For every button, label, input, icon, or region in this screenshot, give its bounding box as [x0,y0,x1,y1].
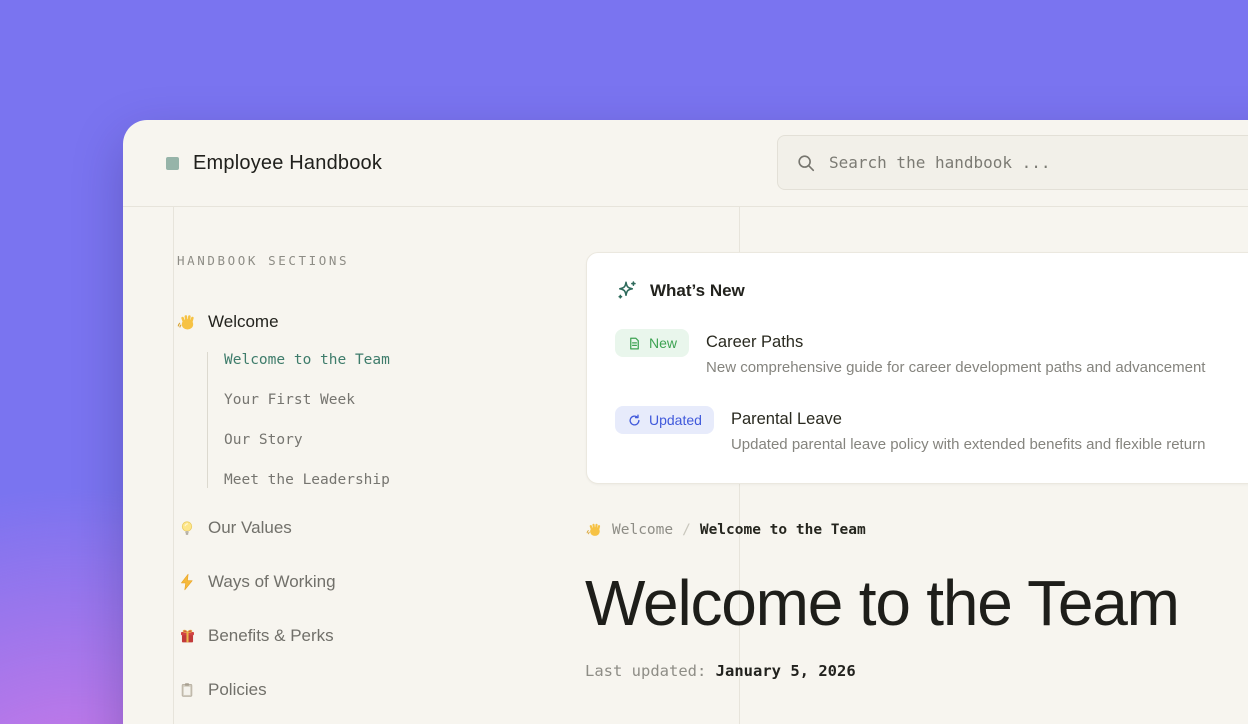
last-updated-label: Last updated: [585,662,706,680]
whats-new-card: What’s New New Career Paths [586,252,1248,484]
app-title: Employee Handbook [193,152,382,175]
whats-new-entry[interactable]: New Career Paths New comprehensive guide… [615,329,1238,376]
entry-description: Updated parental leave policy with exten… [731,436,1205,453]
sidebar-item-label: Benefits & Perks [208,626,334,646]
sidebar-item-welcome[interactable]: Welcome [177,312,565,332]
entry-description: New comprehensive guide for career devel… [706,359,1205,376]
breadcrumb: Welcome / Welcome to the Team [586,521,1248,538]
last-updated: Last updated: January 5, 2026 [585,662,1248,680]
sidebar-item-label: Welcome [208,312,279,332]
updated-badge: Updated [615,406,714,434]
sparkle-icon [615,279,638,302]
sidebar: HANDBOOK SECTIONS [175,207,565,724]
sidebar-item-policies[interactable]: Policies [177,680,565,700]
clipboard-icon [177,680,197,700]
page-title: Welcome to the Team [585,571,1248,635]
content-area: HANDBOOK SECTIONS [123,207,1248,724]
sidebar-item-label: Our Values [208,518,292,538]
breadcrumb-separator: / [682,522,691,538]
sidebar-item-benefits-perks[interactable]: Benefits & Perks [177,626,565,646]
sidebar-subitem-your-first-week[interactable]: Your First Week [224,392,565,408]
new-badge: New [615,329,689,357]
sidebar-item-our-values[interactable]: Our Values [177,518,565,538]
app-window: Employee Handbook HANDBOOK SECTIONS [123,120,1248,724]
sidebar-item-ways-of-working[interactable]: Ways of Working [177,572,565,592]
sidebar-subitem-our-story[interactable]: Our Story [224,432,565,448]
sidebar-subitem-welcome-to-the-team[interactable]: Welcome to the Team [224,352,565,368]
sidebar-section-label: HANDBOOK SECTIONS [177,253,565,268]
sidebar-item-label: Ways of Working [208,572,336,592]
bulb-icon [177,518,197,538]
app-logo-icon [166,157,179,170]
document-icon [627,336,642,351]
sidebar-sublist-welcome: Welcome to the Team Your First Week Our … [207,352,565,488]
wave-icon [586,521,603,538]
desktop-background: { "app": { "title": "Employee Handbook" … [0,0,1248,724]
app-header: Employee Handbook [123,120,1248,207]
left-column-rule [173,207,174,724]
search-input[interactable] [829,153,1248,172]
search-icon [796,153,816,173]
whats-new-title: What’s New [650,281,745,301]
entry-title: Parental Leave [731,410,1205,429]
last-updated-value: January 5, 2026 [716,662,856,680]
sidebar-item-label: Policies [208,680,267,700]
breadcrumb-section[interactable]: Welcome [612,522,673,538]
bolt-icon [177,572,197,592]
whats-new-entry[interactable]: Updated Parental Leave Updated parental … [615,406,1238,453]
sidebar-subitem-meet-the-leadership[interactable]: Meet the Leadership [224,472,565,488]
search-bar[interactable] [777,135,1248,190]
refresh-icon [627,413,642,428]
entry-title: Career Paths [706,333,1205,352]
wave-icon [177,312,197,332]
main-content: What’s New New Career Paths [585,207,1248,724]
gift-icon [177,626,197,646]
breadcrumb-page: Welcome to the Team [700,522,866,538]
